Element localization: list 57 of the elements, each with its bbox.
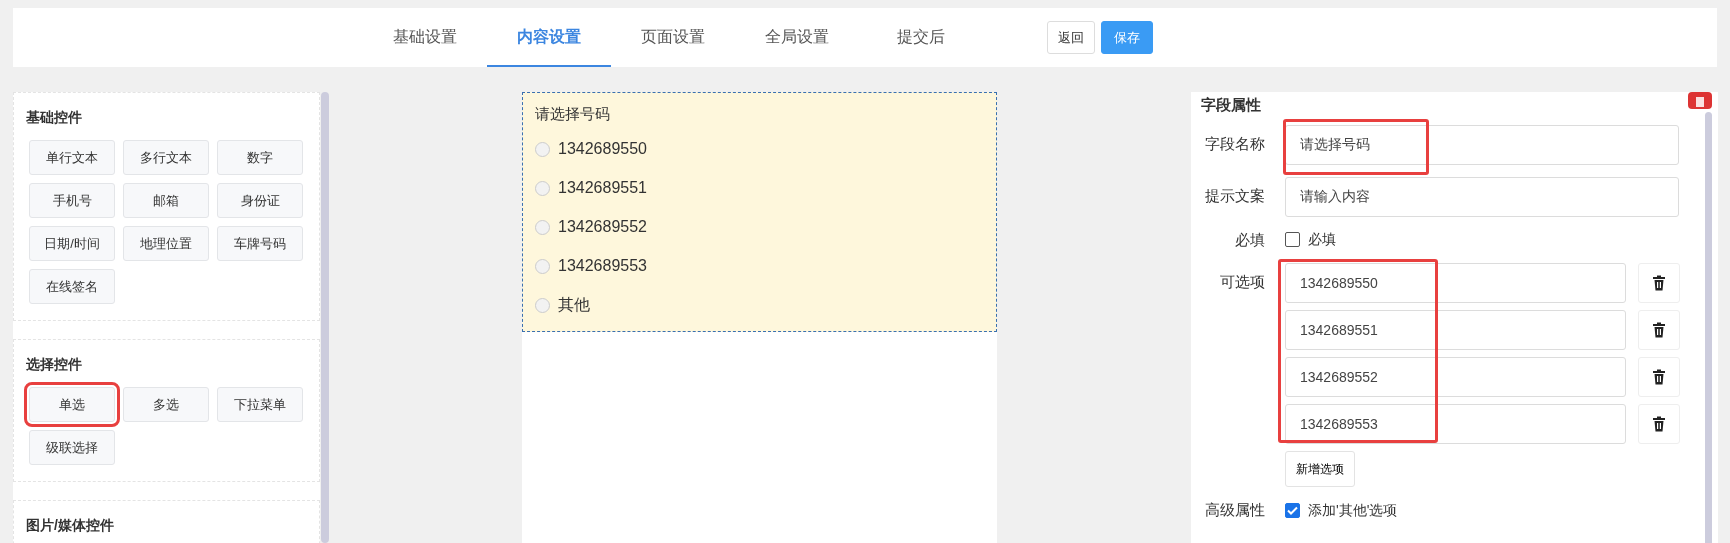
delete-button[interactable] — [1638, 263, 1680, 303]
input-field[interactable]: 请输入内容 — [1285, 176, 1679, 217]
control-button[interactable]: 多选 — [123, 387, 209, 422]
add-option-button[interactable]: 新增选项 — [1285, 451, 1355, 487]
control-button[interactable]: 地理位置 — [123, 226, 209, 261]
input-field[interactable]: 1342689553 — [1285, 404, 1626, 444]
delete-button[interactable] — [1638, 357, 1680, 397]
control-button[interactable]: 级联选择 — [29, 430, 115, 465]
control-button[interactable]: 在线签名 — [29, 269, 115, 304]
scrollbar[interactable] — [321, 92, 329, 543]
field-label: 字段名称 — [1204, 134, 1266, 155]
option-label: 1342689552 — [558, 217, 647, 237]
field-label: 可选项 — [1219, 272, 1266, 292]
checkbox[interactable] — [1285, 232, 1300, 248]
radio-button[interactable] — [535, 141, 550, 157]
tab[interactable]: 提交后 — [859, 8, 983, 67]
radio-field-preview[interactable]: 请选择号码 1342689550 1342689551 1342689552 1342689553 其他 — [522, 92, 997, 332]
delete-button[interactable] — [1638, 404, 1680, 444]
tab[interactable]: 页面设置 — [611, 8, 735, 67]
control-button[interactable]: 车牌号码 — [217, 226, 303, 261]
back-button[interactable]: 返回 — [1047, 20, 1095, 55]
control-button[interactable]: 身份证 — [217, 183, 303, 218]
section-title: 选择控件 — [26, 355, 83, 374]
input-field[interactable]: 1342689550 — [1285, 263, 1626, 303]
option-label: 其他 — [558, 295, 590, 315]
control-button[interactable]: 邮箱 — [123, 183, 209, 218]
input-field[interactable]: 1342689552 — [1285, 357, 1626, 397]
scrollbar[interactable] — [1705, 112, 1712, 543]
control-button[interactable]: 日期/时间 — [29, 226, 115, 261]
field-label: 必填 — [1234, 229, 1266, 250]
input-field[interactable]: 1342689551 — [1285, 310, 1626, 350]
radio-button[interactable] — [535, 297, 550, 313]
tab[interactable]: 基础设置 — [363, 8, 487, 67]
control-button[interactable]: 单行文本 — [29, 140, 115, 175]
field-label: 请选择号码 — [535, 104, 611, 124]
checkbox-label: 必填 — [1308, 230, 1336, 250]
radio-button[interactable] — [535, 219, 550, 235]
field-label: 提示文案 — [1204, 186, 1266, 207]
delete-button[interactable] — [1638, 310, 1680, 350]
tab[interactable]: 全局设置 — [735, 8, 859, 67]
radio-button[interactable] — [535, 258, 550, 274]
checkbox-label: 添加'其他'选项 — [1308, 500, 1398, 520]
input-field[interactable]: 请选择号码 — [1285, 124, 1679, 165]
control-button[interactable]: 多行文本 — [123, 140, 209, 175]
radio-button[interactable] — [535, 180, 550, 196]
section-title: 图片/媒体控件 — [26, 516, 115, 535]
panel-title: 字段属性 — [1201, 95, 1262, 115]
control-button[interactable]: 数字 — [217, 140, 303, 175]
control-button[interactable]: 手机号 — [29, 183, 115, 218]
option-label: 1342689550 — [558, 139, 647, 159]
field-label: 高级属性 — [1204, 500, 1266, 520]
section-title: 基础控件 — [26, 108, 83, 127]
control-button[interactable]: 下拉菜单 — [217, 387, 303, 422]
tab[interactable]: 内容设置 — [487, 8, 611, 67]
option-label: 1342689553 — [558, 256, 647, 276]
checkbox[interactable] — [1285, 502, 1300, 518]
option-label: 1342689551 — [558, 178, 647, 198]
